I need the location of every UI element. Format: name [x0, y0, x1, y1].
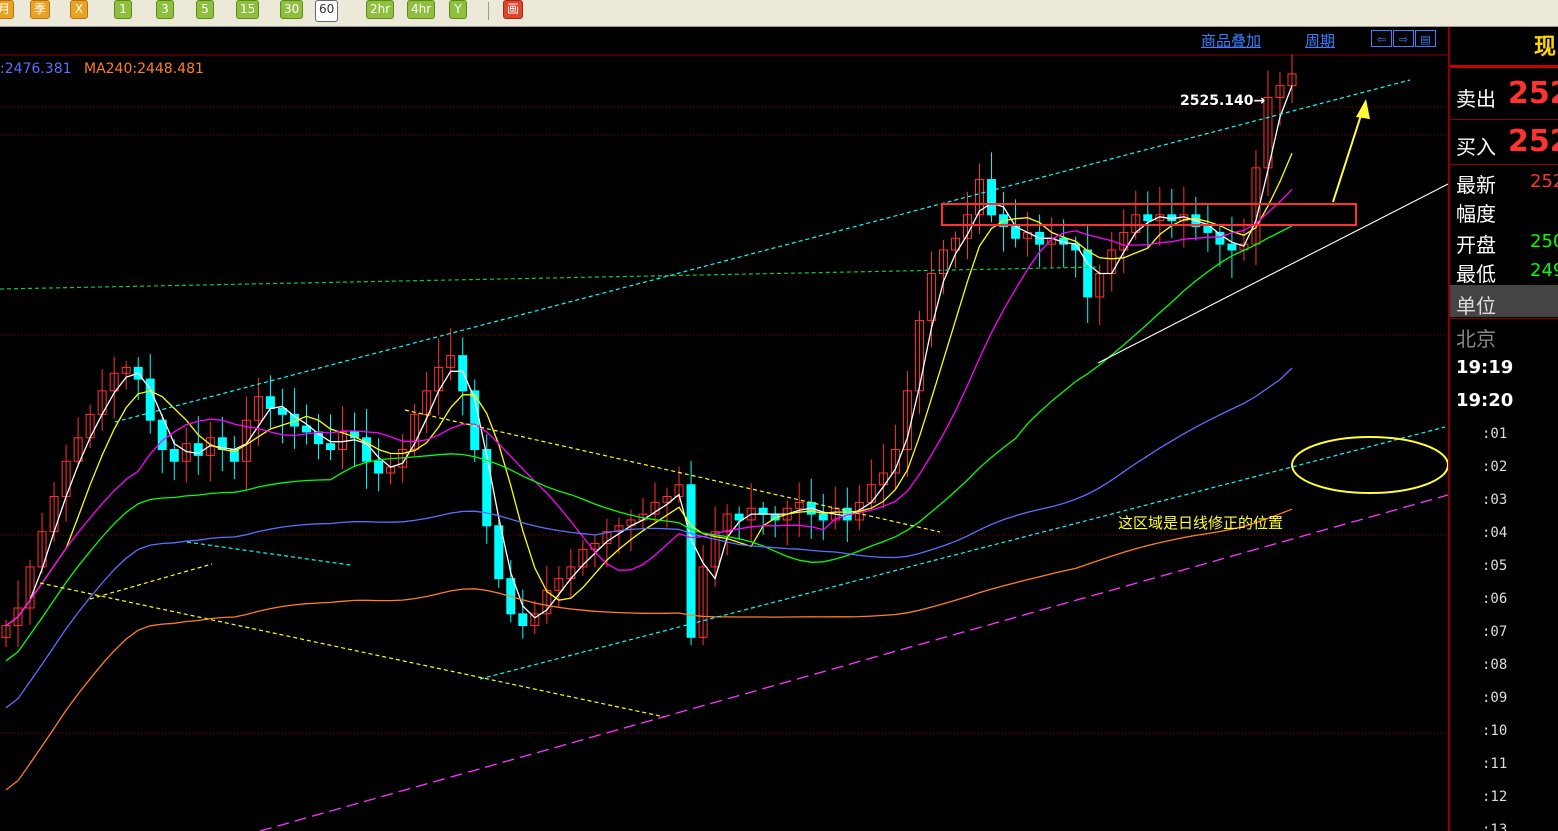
unit-label: 单位: [1456, 294, 1496, 318]
candle-body: [169, 449, 179, 462]
period-button[interactable]: 月: [0, 0, 15, 19]
falling-support-line: [39, 582, 666, 718]
city-label: 北京: [1456, 327, 1496, 351]
tick-time: :06: [1482, 591, 1508, 607]
candle-body: [987, 179, 997, 216]
candle-body: [758, 507, 768, 515]
ma-legend: :2476.381 MA240:2448.481: [0, 61, 212, 77]
tick-time: :11: [1482, 756, 1508, 772]
rising-support-line: [1097, 183, 1448, 364]
ma5-line: [5, 85, 1293, 627]
buy-label: 买入: [1456, 135, 1496, 159]
candle-body: [818, 513, 828, 521]
range-label: 幅度: [1456, 202, 1496, 226]
sell-label: 卖出: [1456, 87, 1496, 111]
time-2: 19:20: [1456, 390, 1514, 411]
candle-body: [458, 355, 468, 392]
up-arrow-shaft: [1332, 111, 1363, 203]
price-marker-label: 2525.140→: [1180, 93, 1266, 109]
period-button[interactable]: 季: [30, 0, 51, 19]
latest-label: 最新: [1456, 173, 1496, 197]
period-button[interactable]: 5: [196, 0, 214, 19]
candle-body: [494, 525, 504, 580]
panel-icon[interactable]: ▤: [1415, 30, 1436, 47]
open-value: 250: [1530, 231, 1558, 252]
candle-body: [157, 419, 167, 451]
candlestick-chart[interactable]: :2476.381 MA240:2448.481 商品叠加 周期 ⇦ ⇨ ▤ 2…: [0, 27, 1448, 831]
chart-canvas: [0, 54, 1448, 831]
quote-title: 现: [1534, 35, 1557, 60]
tick-time: :02: [1482, 459, 1508, 475]
toolbar-divider: [488, 2, 489, 20]
latest-value: 252: [1530, 171, 1558, 192]
candle-body: [374, 460, 384, 474]
period-button[interactable]: 1: [114, 0, 132, 19]
annotation-text: 这区域是日线修正的位置: [1118, 514, 1284, 532]
daily-trend-line: [259, 494, 1448, 831]
candle-body: [326, 443, 336, 451]
tick-time: :08: [1482, 657, 1508, 673]
candle-body: [518, 613, 528, 627]
period-button[interactable]: 60: [315, 0, 339, 22]
candle-body: [1143, 214, 1153, 222]
chart-nav-buttons: ⇦ ⇨ ▤: [1371, 30, 1437, 48]
period-button[interactable]: 30: [280, 0, 304, 19]
ma-partial-value: :2476.381: [0, 61, 72, 77]
period-link[interactable]: 周期: [1305, 30, 1335, 51]
period-button[interactable]: Y: [449, 0, 467, 19]
tick-time: :13: [1482, 822, 1508, 831]
time-1: 19:19: [1456, 357, 1514, 378]
candle-body: [1083, 249, 1093, 298]
upper-channel-line: [114, 79, 1411, 423]
buy-value: 252: [1508, 124, 1558, 159]
tick-time: :12: [1482, 789, 1508, 805]
lower-channel-line: [479, 426, 1446, 680]
tick-time: :10: [1482, 723, 1508, 739]
candle-body: [1227, 243, 1237, 251]
short-cyan-line: [186, 541, 351, 566]
tick-time: :05: [1482, 558, 1508, 574]
ma120-line: [5, 367, 1293, 709]
candle-body: [265, 396, 275, 409]
low-label: 最低: [1456, 262, 1496, 286]
period-button[interactable]: 2hr: [366, 0, 395, 19]
ma240-line: [5, 508, 1293, 791]
ma240-value: MA240:2448.481: [83, 61, 204, 77]
tick-time: :01: [1482, 426, 1508, 442]
candle-body: [734, 513, 744, 521]
tick-time: :07: [1482, 624, 1508, 640]
low-value: 249: [1530, 260, 1558, 281]
period-button[interactable]: 15: [236, 0, 260, 19]
tick-time: :09: [1482, 690, 1508, 706]
right-arrow-icon[interactable]: ⇨: [1393, 30, 1414, 47]
commodity-overlay-link[interactable]: 商品叠加: [1201, 30, 1261, 51]
period-button[interactable]: X: [70, 0, 88, 19]
left-arrow-icon[interactable]: ⇦: [1371, 30, 1392, 47]
period-button[interactable]: 画: [503, 0, 524, 19]
target-ellipse: [1291, 436, 1448, 494]
period-button[interactable]: 4hr: [407, 0, 436, 19]
open-label: 开盘: [1456, 233, 1496, 257]
period-button[interactable]: 3: [156, 0, 174, 19]
period-toolbar: 月季 X 1 3 5 15 30 60 2hr 4hr Y 画: [0, 0, 1558, 27]
tick-time: :03: [1482, 492, 1508, 508]
sell-value: 252: [1508, 76, 1558, 111]
short-yellow-line: [89, 563, 213, 600]
quote-panel: 现 卖出 252 买入 252 最新 252 幅度 开盘 250 最低 249 …: [1448, 27, 1558, 831]
up-arrow-head: [1356, 99, 1370, 119]
tick-time: :04: [1482, 525, 1508, 541]
